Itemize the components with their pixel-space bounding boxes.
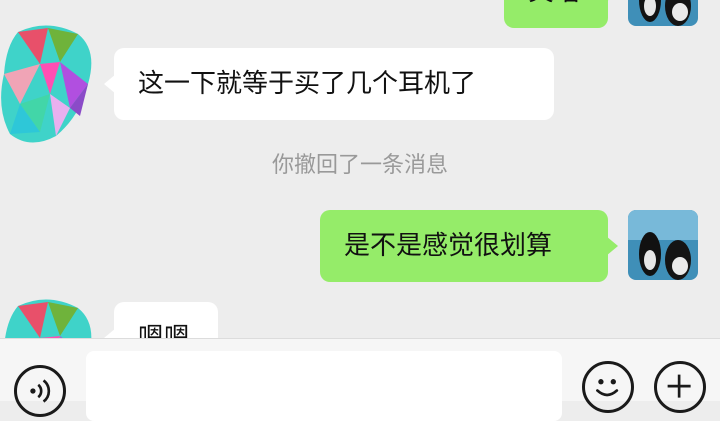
emoji-icon [596,379,619,397]
message-text: 嗯嗯 [138,323,191,338]
message-bubble-incoming[interactable]: 嗯嗯 [104,302,218,338]
orca-avatar-image [628,0,698,26]
recall-notice: 你撤回了一条消息 [271,153,448,178]
more-button[interactable] [654,361,706,413]
chat-message-list[interactable]: 笑嘻 这一下就等于买了几个耳机了 你撤回了一条消息 [0,0,720,338]
geometric-avatar-image [1,25,92,143]
my-avatar[interactable] [628,210,698,280]
message-text: 笑嘻 [528,0,580,7]
voice-button[interactable] [14,365,66,417]
message-text: 是不是感觉很划算 [344,231,553,261]
plus-icon [667,374,691,398]
orca-avatar-image [628,210,698,280]
emoji-button[interactable] [582,361,634,413]
contact-avatar[interactable] [0,24,96,146]
geometric-avatar-image [5,299,92,338]
chat-input-bar [0,338,720,421]
message-text: 这一下就等于买了几个耳机了 [138,69,477,99]
voice-icon [30,379,51,403]
message-bubble-outgoing[interactable]: 是不是感觉很划算 [320,210,618,282]
contact-avatar[interactable] [0,298,96,338]
message-bubble-incoming[interactable]: 这一下就等于买了几个耳机了 [104,48,554,120]
my-avatar[interactable] [628,0,698,26]
message-input[interactable] [86,351,562,421]
message-bubble-outgoing[interactable]: 笑嘻 [504,0,618,28]
